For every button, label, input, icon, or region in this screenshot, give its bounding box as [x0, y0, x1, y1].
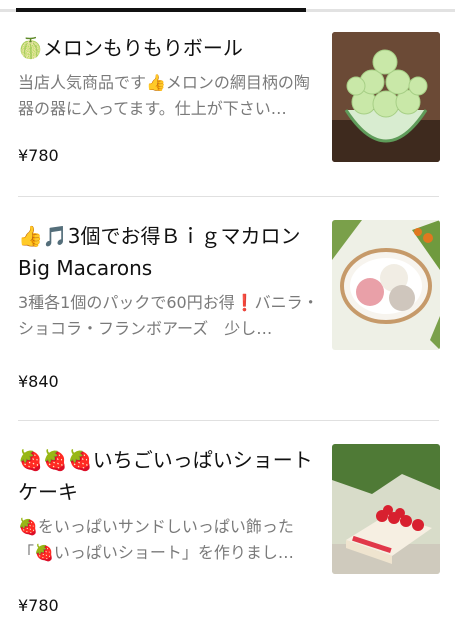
strawberry-shortcake-photo: [332, 444, 440, 574]
item-price: ¥780: [18, 146, 59, 165]
divider: [18, 196, 439, 197]
item-description: 🍓をいっぱいサンドしいっぱい飾った「🍓いっぱいショート」を作りまし…: [18, 517, 294, 562]
melon-dessert-photo: [332, 32, 440, 162]
item-title: 🍈メロンもりもりボール: [18, 36, 243, 60]
active-tab-indicator: [16, 8, 306, 12]
macaron-photo: [332, 220, 440, 350]
item-title: 👍🎵3個でお得Ｂｉｇマカロン Big Macarons: [18, 224, 301, 280]
item-title: 🍓🍓🍓いちごいっぱいショートケーキ: [18, 448, 313, 504]
item-price: ¥840: [18, 372, 59, 391]
menu-item-shortcake[interactable]: 🍓🍓🍓いちごいっぱいショートケーキ 🍓をいっぱいサンドしいっぱい飾った「🍓いっぱ…: [0, 438, 455, 634]
menu-item-macarons[interactable]: 👍🎵3個でお得Ｂｉｇマカロン Big Macarons 3種各1個のパックで60…: [0, 214, 455, 419]
divider: [18, 420, 439, 421]
item-description: 当店人気商品です👍メロンの網目柄の陶器の器に入ってます。仕上が下さい…: [18, 73, 310, 118]
item-description: 3種各1個のパックで60円お得❗バニラ・ショコラ・フランボアーズ 少し…: [18, 293, 319, 338]
item-price: ¥780: [18, 596, 59, 615]
menu-item-melon[interactable]: 🍈メロンもりもりボール 当店人気商品です👍メロンの網目柄の陶器の器に入ってます。…: [0, 26, 455, 196]
